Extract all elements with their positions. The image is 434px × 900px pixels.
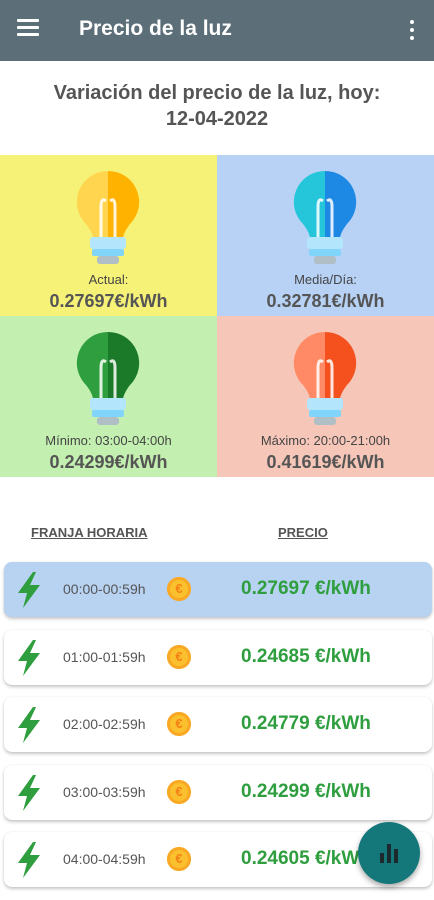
lightning-bolt-icon [18, 572, 40, 608]
price-value: 0.27697 €/kWh [241, 578, 371, 599]
lightning-bolt-icon [18, 775, 40, 811]
column-header-precio: PRECIO [278, 525, 328, 540]
chart-fab-button[interactable] [358, 822, 420, 884]
app-title: Precio de la luz [79, 17, 232, 40]
tile-label: Media/Día: [294, 272, 357, 287]
time-slot: 04:00-04:59h [63, 851, 146, 867]
tile-label: Actual: [88, 272, 129, 287]
column-header-franja-horaria: FRANJA HORARIA [31, 525, 148, 540]
price-value: 0.24605 €/kWh [241, 848, 371, 869]
tile-value: 0.32781€/kWh [266, 291, 385, 311]
tile-value: 0.24299€/kWh [49, 452, 168, 472]
tile-maximo: Máximo: 20:00-21:00h 0.41619€/kWh [217, 316, 434, 477]
lightning-bolt-icon [18, 640, 40, 676]
lightning-bolt-icon [18, 707, 40, 743]
heading-text: Variación del precio de la luz, hoy: [53, 82, 381, 104]
euro-coin-icon: € [167, 712, 191, 736]
time-slot: 02:00-02:59h [63, 716, 146, 732]
tile-value: 0.27697€/kWh [49, 291, 168, 311]
euro-coin-icon: € [167, 847, 191, 871]
time-slot: 00:00-00:59h [63, 581, 146, 597]
list-item[interactable]: 02:00-02:59h € 0.24779 €/kWh [4, 697, 432, 752]
bar-chart-icon [380, 844, 398, 863]
tile-value: 0.41619€/kWh [266, 452, 385, 472]
tile-minimo: Mínimo: 03:00-04:00h 0.24299€/kWh [0, 316, 217, 477]
price-value: 0.24685 €/kWh [241, 646, 371, 667]
time-slot: 03:00-03:59h [63, 784, 146, 800]
more-options-icon[interactable] [404, 18, 420, 42]
page-heading: Variación del precio de la luz, hoy: 12-… [0, 80, 434, 132]
tile-media-dia: Media/Día: 0.32781€/kWh [217, 155, 434, 316]
list-item[interactable]: 00:00-00:59h € 0.27697 €/kWh [4, 562, 432, 617]
tile-actual: Actual: 0.27697€/kWh [0, 155, 217, 316]
lightbulb-icon [293, 331, 357, 425]
hamburger-menu-icon[interactable] [17, 19, 39, 37]
price-value: 0.24299 €/kWh [241, 781, 371, 802]
app-bar: Precio de la luz [0, 0, 434, 61]
tile-label: Máximo: 20:00-21:00h [260, 433, 391, 448]
euro-coin-icon: € [167, 577, 191, 601]
lightning-bolt-icon [18, 842, 40, 878]
lightbulb-icon [76, 170, 140, 264]
time-slot: 01:00-01:59h [63, 649, 146, 665]
euro-coin-icon: € [167, 780, 191, 804]
list-item[interactable]: 03:00-03:59h € 0.24299 €/kWh [4, 765, 432, 820]
list-item[interactable]: 01:00-01:59h € 0.24685 €/kWh [4, 630, 432, 685]
lightbulb-icon [76, 331, 140, 425]
price-value: 0.24779 €/kWh [241, 713, 371, 734]
lightbulb-icon [293, 170, 357, 264]
heading-date: 12-04-2022 [165, 108, 269, 130]
euro-coin-icon: € [167, 645, 191, 669]
tile-label: Mínimo: 03:00-04:00h [45, 433, 172, 448]
